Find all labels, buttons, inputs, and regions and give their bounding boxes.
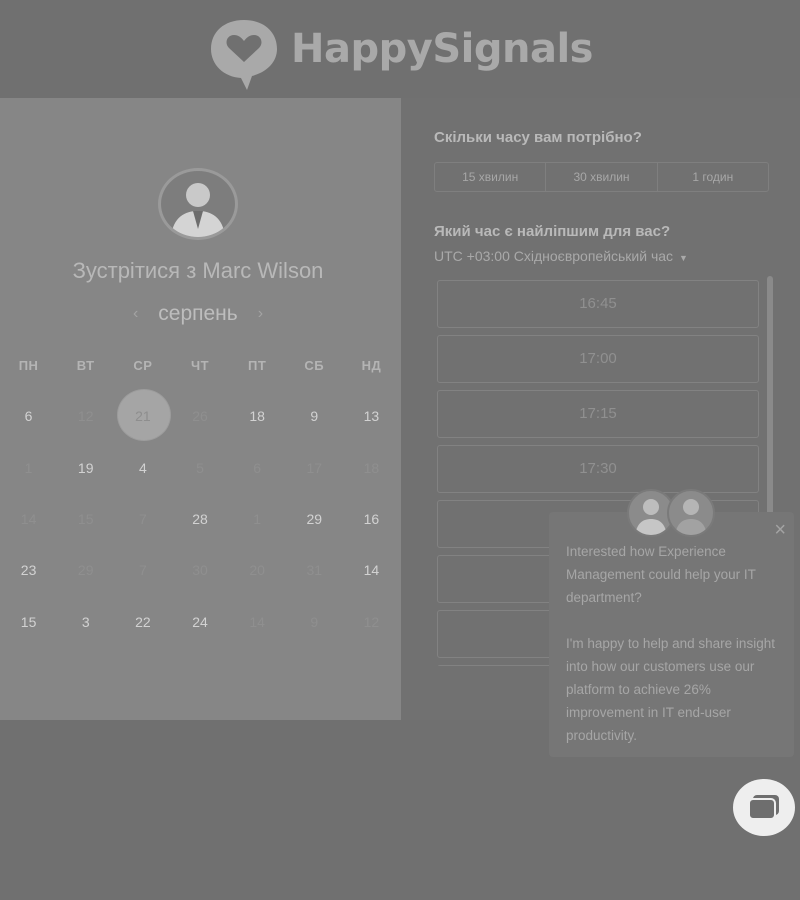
next-month-button[interactable]: ›	[258, 305, 263, 323]
timeslot-button[interactable]: 17:15	[437, 390, 759, 438]
calendar-day[interactable]: 23	[0, 550, 57, 590]
calendar-day-selected[interactable]: 21	[114, 389, 172, 441]
calendar-day[interactable]: 29	[286, 499, 343, 539]
timeslot-button[interactable]: 17:00	[437, 335, 759, 383]
weekday-label: СР	[133, 358, 153, 373]
calendar-day: 7	[138, 511, 147, 527]
close-icon[interactable]: ×	[774, 520, 786, 540]
calendar-day: 7	[138, 562, 147, 578]
calendar-day[interactable]: 4	[114, 448, 171, 488]
calendar-day[interactable]: 22	[114, 602, 171, 642]
calendar-day-label: 21	[135, 408, 151, 424]
weekday-label: ПТ	[247, 358, 267, 373]
person-icon	[675, 499, 707, 535]
weekday-label: ВТ	[76, 358, 95, 373]
heart-speech-bubble-icon	[211, 20, 278, 90]
chat-agent-avatars	[627, 489, 717, 537]
chat-message-text: I'm happy to help and share insight into…	[566, 636, 775, 743]
calendar-day: 30	[192, 562, 208, 578]
timezone-label: UTC +03:00 Східноєвропейський час	[434, 248, 674, 264]
calendar-week: 1 19 4 5 6 17 18	[0, 448, 400, 488]
duration-option-15[interactable]: 15 хвилин	[435, 163, 547, 191]
chat-message-text: Interested how Experience Management cou…	[566, 544, 756, 605]
calendar-day: 6	[253, 460, 262, 476]
calendar-day[interactable]: 13	[343, 396, 400, 436]
duration-question: Скільки часу вам потрібно?	[434, 129, 642, 146]
calendar-day: 12	[77, 408, 94, 424]
calendar-day: 31	[306, 562, 323, 578]
chat-popup: × Interested how Experience Management c…	[549, 512, 794, 757]
brand-name: HappySignals	[291, 26, 593, 72]
prev-month-button[interactable]: ‹	[133, 305, 138, 323]
calendar-day: 26	[192, 408, 208, 424]
calendar-day[interactable]: 14	[343, 550, 400, 590]
calendar-week: 15 3 22 24 14 9 12	[0, 602, 400, 642]
calendar-day: 18	[363, 460, 380, 476]
calendar-day[interactable]: 16	[343, 499, 400, 539]
weekday-label: ЧТ	[190, 358, 210, 373]
calendar-day: 1	[24, 460, 33, 476]
caret-down-icon: ▼	[679, 253, 688, 263]
calendar-day[interactable]: 28	[171, 499, 228, 539]
weekday-label: СБ	[304, 358, 325, 373]
logo: HappySignals	[207, 8, 593, 90]
calendar-day[interactable]: 3	[57, 602, 114, 642]
calendar-week: 6 12 21 26 18 9 13	[0, 389, 400, 441]
calendar-day: 5	[196, 460, 204, 476]
calendar-day: 12	[363, 614, 380, 630]
calendar-day: 9	[310, 614, 319, 630]
calendar-week: 14 15 7 28 1 29 16	[0, 499, 400, 539]
calendar-week: 23 29 7 30 20 31 14	[0, 550, 400, 590]
calendar-day[interactable]: 19	[57, 448, 114, 488]
calendar-day: 1	[253, 511, 262, 527]
host-avatar	[158, 168, 238, 240]
header: HappySignals	[0, 0, 800, 98]
timeslot-button[interactable]: 16:45	[437, 280, 759, 328]
duration-option-60[interactable]: 1 годин	[658, 163, 768, 191]
meeting-title: Зустрітися з Marc Wilson	[72, 258, 324, 283]
calendar-day[interactable]: 24	[171, 602, 228, 642]
calendar-day[interactable]: 9	[286, 396, 343, 436]
chat-message: Interested how Experience Management cou…	[566, 540, 781, 747]
calendar-day: 20	[249, 562, 265, 578]
calendar-panel: Зустрітися з Marc Wilson ‹ серпень › ПН …	[0, 98, 401, 720]
agent-avatar	[667, 489, 715, 537]
calendar-day: 15	[77, 511, 94, 527]
weekday-label: НД	[361, 358, 382, 373]
timeslot-button[interactable]: 17:30	[437, 445, 759, 493]
time-question: Який час є найліпшим для вас?	[434, 223, 671, 240]
chat-launcher-button[interactable]	[733, 779, 795, 836]
month-navigation: ‹ серпень ›	[0, 302, 396, 326]
calendar-day[interactable]: 15	[0, 602, 57, 642]
calendar-day[interactable]: 6	[0, 396, 57, 436]
calendar-day: 14	[20, 511, 37, 527]
weekday-label: ПН	[18, 358, 39, 373]
chat-bubble-icon	[748, 794, 779, 820]
person-icon	[171, 183, 225, 237]
timezone-dropdown[interactable]: UTC +03:00 Східноєвропейський час ▼	[434, 248, 688, 264]
calendar-day: 29	[77, 562, 94, 578]
weekday-header: ПН ВТ СР ЧТ ПТ СБ НД	[0, 358, 400, 373]
month-label: серпень	[158, 302, 238, 325]
duration-option-30[interactable]: 30 хвилин	[546, 163, 658, 191]
calendar-day[interactable]: 18	[229, 396, 286, 436]
calendar-day: 17	[306, 460, 323, 476]
duration-selector: 15 хвилин 30 хвилин 1 годин	[434, 162, 769, 192]
calendar-day: 14	[249, 614, 265, 630]
timeslot-scrollbar[interactable]	[767, 276, 773, 516]
